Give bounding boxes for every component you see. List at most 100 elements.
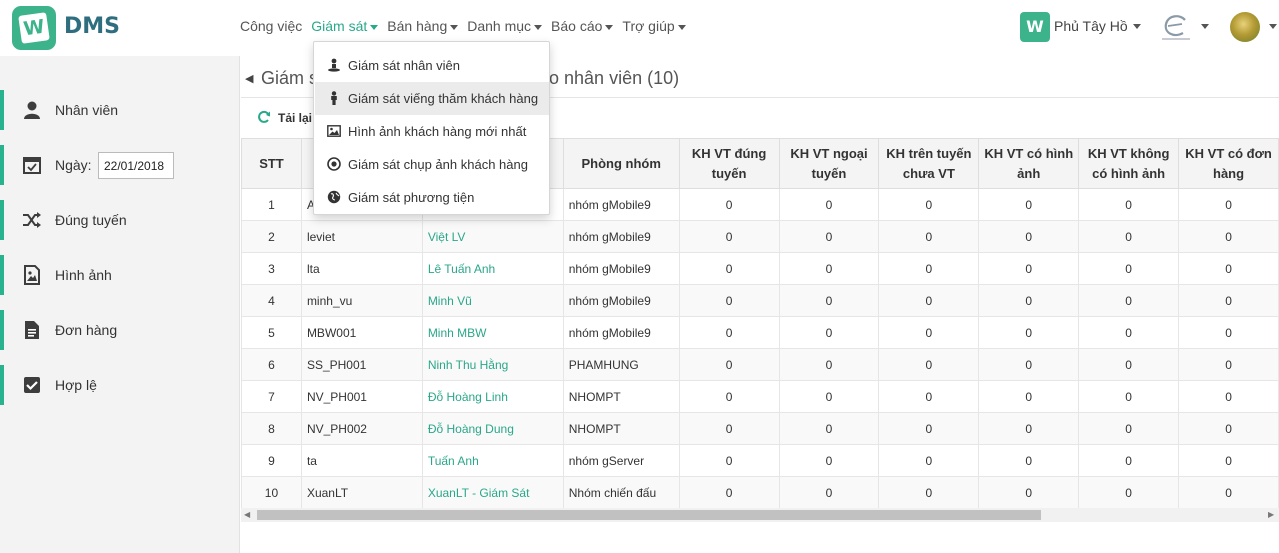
group-cell: Nhóm chiến đấu	[562, 476, 680, 509]
column-header[interactable]: STT	[241, 138, 302, 189]
sidebar-item-don-hang[interactable]: Đơn hàng	[0, 310, 240, 350]
count-cell: 0	[1178, 252, 1279, 285]
chevron-down-icon	[534, 24, 543, 30]
column-header[interactable]: KH VT ngoại tuyến	[778, 138, 880, 189]
table-row[interactable]: 3 lta Lê Tuấn Anh nhóm gMobile9 0 0 0 0 0 0	[241, 252, 1279, 285]
scroll-left-icon[interactable]: ◀	[244, 510, 250, 519]
app-logo[interactable]: W	[12, 6, 56, 50]
camera-icon	[327, 157, 341, 171]
sidebar-item-dung-tuyen[interactable]: Đúng tuyến	[0, 200, 240, 240]
count-cell: 0	[978, 476, 1080, 509]
count-cell: 0	[678, 316, 780, 349]
employee-name-link[interactable]: Minh MBW	[421, 316, 564, 349]
count-cell: 0	[878, 412, 980, 445]
table-row[interactable]: 4 minh_vu Minh Vũ nhóm gMobile9 0 0 0 0 0 0	[241, 284, 1279, 317]
employee-name-link[interactable]: Việt LV	[421, 220, 564, 253]
count-cell: 0	[678, 348, 780, 381]
column-header[interactable]: KH VT có hình ảnh	[978, 138, 1080, 189]
chevron-down-icon	[677, 24, 686, 30]
person-icon	[331, 91, 337, 105]
username-cell: SS_PH001	[300, 348, 423, 381]
row-number-cell: 1	[241, 188, 302, 221]
count-cell: 0	[678, 444, 780, 477]
date-field[interactable]	[98, 152, 174, 179]
table-row[interactable]: 9 ta Tuấn Anh nhóm gServer 0 0 0 0 0 0	[241, 444, 1279, 477]
scrollbar-thumb[interactable]	[257, 510, 1041, 520]
count-cell: 0	[778, 284, 880, 317]
row-number-cell: 4	[241, 284, 302, 317]
collapse-left-icon[interactable]: ◀	[245, 72, 253, 85]
picture-icon	[327, 125, 341, 137]
count-cell: 0	[978, 412, 1080, 445]
employee-name-link[interactable]: Minh Vũ	[421, 284, 564, 317]
username-cell: NV_PH001	[300, 380, 423, 413]
employee-name-link[interactable]: Tuấn Anh	[421, 444, 564, 477]
count-cell: 0	[678, 380, 780, 413]
group-cell: nhóm gServer	[562, 444, 680, 477]
row-number-cell: 8	[241, 412, 302, 445]
column-header[interactable]: KH VT có đơn hàng	[1178, 138, 1279, 189]
table-row[interactable]: 8 NV_PH002 Đỗ Hoàng Dung NHOMPT 0 0 0 0 0 0	[241, 412, 1279, 445]
company-logo-icon[interactable]: W	[1020, 12, 1050, 42]
nav-giam-sat[interactable]: Giám sát	[311, 18, 379, 34]
count-cell: 0	[978, 380, 1080, 413]
count-cell: 0	[1078, 316, 1180, 349]
column-header[interactable]: KH trên tuyến chưa VT	[878, 138, 980, 189]
menu-item-giam-sat-nhan-vien[interactable]: Giám sát nhân viên	[315, 49, 549, 82]
table-row[interactable]: 2 leviet Việt LV nhóm gMobile9 0 0 0 0 0 0	[241, 220, 1279, 253]
sidebar-item-hinh-anh[interactable]: Hình ảnh	[0, 255, 240, 295]
row-number-cell: 2	[241, 220, 302, 253]
employee-name-link[interactable]: Đỗ Hoàng Linh	[421, 380, 564, 413]
menu-item-giam-sat-chup-anh[interactable]: Giám sát chụp ảnh khách hàng	[315, 148, 549, 181]
employee-name-link[interactable]: XuanLT - Giám Sát	[421, 476, 564, 509]
count-cell: 0	[678, 220, 780, 253]
username-cell: MBW001	[300, 316, 423, 349]
employee-name-link[interactable]: Lê Tuấn Anh	[421, 252, 564, 285]
nav-tro-giup[interactable]: Trợ giúp	[622, 18, 686, 34]
column-header[interactable]: Phòng nhóm	[562, 138, 680, 189]
column-header[interactable]: KH VT đúng tuyến	[678, 138, 780, 189]
chevron-down-icon[interactable]	[1269, 24, 1277, 29]
group-cell: nhóm gMobile9	[562, 284, 680, 317]
horizontal-scrollbar[interactable]: ◀ ▶	[241, 508, 1279, 522]
menu-item-hinh-anh-khach-hang[interactable]: Hình ảnh khách hàng mới nhất	[315, 115, 549, 148]
table-row[interactable]: 6 SS_PH001 Ninh Thu Hằng PHAMHUNG 0 0 0 0 0 0	[241, 348, 1279, 381]
count-cell: 0	[1078, 284, 1180, 317]
partner-logo-icon[interactable]	[1158, 12, 1194, 42]
sidebar-item-nhan-vien[interactable]: Nhân viên	[0, 90, 240, 130]
chevron-down-icon[interactable]	[1133, 24, 1141, 29]
menu-item-giam-sat-phuong-tien[interactable]: Giám sát phương tiện	[315, 181, 549, 214]
employee-name-link[interactable]: Đỗ Hoàng Dung	[421, 412, 564, 445]
count-cell: 0	[1178, 316, 1279, 349]
count-cell: 0	[1078, 380, 1180, 413]
count-cell: 0	[778, 412, 880, 445]
count-cell: 0	[678, 412, 780, 445]
company-selector[interactable]: Phủ Tây Hồ	[1054, 18, 1128, 34]
person-pin-icon	[328, 58, 340, 72]
sidebar-item-hop-le[interactable]: Hợp lệ	[0, 365, 240, 405]
shuffle-icon	[23, 212, 41, 228]
menu-item-giam-sat-vieng-tham[interactable]: Giám sát viếng thăm khách hàng	[315, 82, 549, 115]
chevron-down-icon[interactable]	[1201, 24, 1209, 29]
count-cell: 0	[778, 316, 880, 349]
count-cell: 0	[978, 348, 1080, 381]
nav-danh-muc[interactable]: Danh mục	[467, 18, 543, 34]
count-cell: 0	[1178, 188, 1279, 221]
table-row[interactable]: 7 NV_PH001 Đỗ Hoàng Linh NHOMPT 0 0 0 0 0 0	[241, 380, 1279, 413]
count-cell: 0	[678, 252, 780, 285]
nav-cong-viec[interactable]: Công việc	[240, 18, 302, 34]
count-cell: 0	[878, 476, 980, 509]
group-cell: NHOMPT	[562, 380, 680, 413]
username-cell: ta	[300, 444, 423, 477]
employee-name-link[interactable]: Ninh Thu Hằng	[421, 348, 564, 381]
nav-bao-cao[interactable]: Báo cáo	[551, 18, 614, 34]
nav-ban-hang[interactable]: Bán hàng	[387, 18, 459, 34]
scroll-right-icon[interactable]: ▶	[1268, 510, 1274, 519]
chevron-down-icon	[370, 24, 379, 30]
avatar[interactable]	[1230, 12, 1260, 42]
table-row[interactable]: 10 XuanLT XuanLT - Giám Sát Nhóm chiến đấu 0…	[241, 476, 1279, 509]
count-cell: 0	[878, 284, 980, 317]
column-header[interactable]: KH VT không có hình ảnh	[1078, 138, 1180, 189]
count-cell: 0	[978, 444, 1080, 477]
table-row[interactable]: 5 MBW001 Minh MBW nhóm gMobile9 0 0 0 0 0 0	[241, 316, 1279, 349]
